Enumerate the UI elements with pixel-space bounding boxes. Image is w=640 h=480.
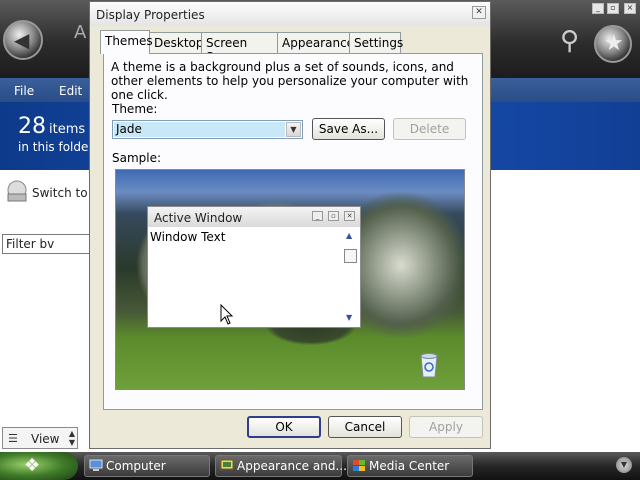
filter-input[interactable]: Filter bv [2, 234, 98, 254]
close-button[interactable]: × [624, 3, 636, 14]
recycle-bin-icon [420, 353, 438, 378]
theme-dropdown[interactable]: Jade ▼ [112, 120, 303, 139]
display-properties-icon [220, 459, 234, 470]
menu-edit[interactable]: Edit [59, 84, 82, 98]
start-button[interactable]: ❖ [0, 452, 78, 480]
preview-minimize-icon: _ [312, 211, 323, 221]
taskbar-item-computer[interactable]: Computer [84, 455, 210, 477]
back-arrow-icon: ◀ [14, 28, 30, 52]
preview-maximize-icon: ▫ [328, 211, 339, 221]
view-list-icon: ☰ [8, 432, 18, 445]
back-button[interactable]: ◀ [3, 20, 43, 60]
item-count-unit: items [49, 122, 86, 137]
view-spinner-icon[interactable]: ▲ ▼ [69, 429, 75, 447]
windows-logo-icon: ❖ [24, 455, 41, 476]
theme-label: Theme: [112, 102, 158, 116]
tab-screen-saver[interactable]: Screen Saver [201, 32, 278, 64]
view-label: View [31, 432, 60, 446]
preview-window-text: Window Text [150, 230, 226, 244]
menu-file[interactable]: File [14, 84, 34, 98]
taskbar-item-label: Computer [106, 459, 166, 473]
preview-close-icon: ✕ [344, 211, 355, 221]
tab-themes[interactable]: Themes [100, 30, 153, 54]
cancel-button[interactable]: Cancel [328, 416, 402, 438]
media-center-icon [353, 460, 365, 471]
dialog-titlebar[interactable]: Display Properties ✕ [90, 2, 490, 26]
computer-icon [89, 459, 103, 471]
item-count-subtitle: in this folder [18, 140, 94, 154]
show-hidden-icons-button[interactable]: ▼ [616, 457, 632, 473]
view-selector[interactable]: ☰ View ▲ ▼ [2, 427, 78, 449]
dialog-close-button[interactable]: ✕ [472, 6, 486, 19]
scroll-down-icon: ▼ [346, 313, 353, 322]
mouse-cursor-icon [220, 304, 234, 325]
star-icon: ★ [604, 31, 624, 56]
tab-desktop[interactable]: Desktop [149, 32, 204, 53]
switch-view-icon [7, 180, 27, 202]
taskbar-item-media-center[interactable]: Media Center [347, 455, 473, 477]
delete-button[interactable]: Delete [393, 118, 466, 140]
start-menu-orb[interactable]: ★ [594, 25, 632, 63]
dialog-title: Display Properties [96, 8, 205, 22]
sample-label: Sample: [112, 151, 162, 165]
tab-settings[interactable]: Settings [349, 32, 403, 53]
scroll-up-icon: ▲ [346, 231, 353, 240]
background-window-title: A [74, 22, 87, 43]
ok-button[interactable]: OK [247, 416, 321, 438]
chevron-down-icon[interactable]: ▼ [286, 122, 301, 137]
preview-window-title: Active Window [154, 211, 243, 225]
search-icon[interactable]: ⚲ [560, 26, 579, 56]
scroll-thumb [344, 249, 357, 263]
taskbar-item-label: Media Center [369, 459, 450, 473]
preview-titlebar: Active Window _ ▫ ✕ [148, 207, 360, 227]
minimize-button[interactable]: _ [592, 3, 604, 14]
item-count: 28 [18, 114, 46, 139]
apply-button[interactable]: Apply [409, 416, 483, 438]
preview-active-window: Active Window _ ▫ ✕ Window Text ▲ ▼ [147, 206, 361, 328]
themes-description: A theme is a background plus a set of so… [111, 60, 469, 102]
tab-appearance[interactable]: Appearance [277, 32, 354, 53]
preview-scrollbar: ▲ ▼ [344, 229, 358, 325]
restore-button[interactable]: ▫ [607, 3, 619, 14]
theme-selected-value: Jade [114, 122, 285, 137]
taskbar-item-label: Appearance and... [237, 459, 347, 473]
taskbar-item-appearance[interactable]: Appearance and... [215, 455, 347, 477]
save-as-button[interactable]: Save As... [312, 118, 385, 140]
